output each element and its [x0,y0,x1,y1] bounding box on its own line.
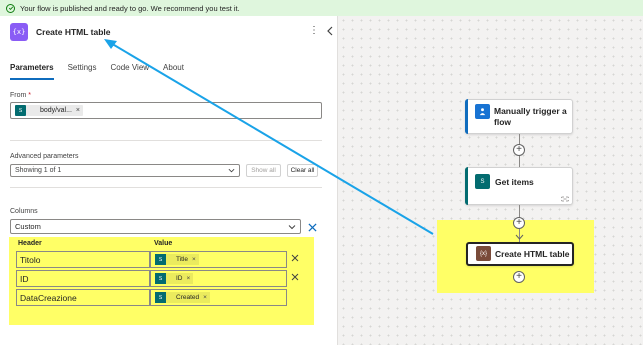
close-icon[interactable] [308,223,317,232]
get-items-card[interactable]: S Get items [465,167,573,205]
columns-label: Columns [10,208,38,215]
section-divider [10,187,322,188]
tab-parameters[interactable]: Parameters [10,63,54,80]
from-label: From * [10,92,31,99]
from-label-text: From [10,92,27,99]
token-text: Title [176,256,189,263]
panel-title[interactable]: Create HTML table [36,27,110,37]
remove-row-icon[interactable] [291,254,299,262]
get-items-title: Get items [495,177,534,187]
section-divider [10,140,322,141]
clear-all-button[interactable]: Clear all [287,164,318,177]
sharepoint-icon: S [155,254,166,265]
dynamic-content-token[interactable]: S body/val... × [15,105,84,116]
token-text: body/val... [40,107,72,114]
dynamic-content-token[interactable]: S Created × [155,292,210,303]
success-check-icon [6,3,15,13]
arrow-down-icon [515,234,524,240]
create-html-table-card[interactable]: {x} Create HTML table [466,242,574,266]
panel-header: {x} Create HTML table [10,23,110,41]
token-text: ID [176,275,183,282]
dynamic-content-token[interactable]: S Title × [155,254,199,265]
remove-token-icon[interactable]: × [187,275,191,282]
remove-token-icon[interactable]: × [192,256,196,263]
trigger-card-title: Manually trigger a flow [494,106,567,128]
sharepoint-icon: S [15,105,26,116]
card-accent [465,99,468,134]
sharepoint-icon: S [155,292,166,303]
insert-step-button[interactable]: + [513,144,525,156]
action-details-panel: {x} Create HTML table ⋮ Parameters Setti… [0,16,338,345]
trigger-title-line1: Manually trigger a [494,106,567,116]
required-mark: * [28,92,32,99]
show-all-button[interactable]: Show all [246,164,281,177]
advanced-showing-text: Showing 1 of 1 [15,167,62,174]
remove-token-icon[interactable]: × [203,294,207,301]
trigger-title-line2: flow [494,117,511,127]
tab-code-view[interactable]: Code View [111,63,150,80]
panel-tabs: Parameters Settings Code View About [10,63,198,80]
manual-trigger-icon [475,104,490,119]
tab-about[interactable]: About [163,63,184,80]
dynamic-content-token[interactable]: S ID × [155,273,194,284]
sharepoint-icon: S [155,273,166,284]
card-accent [465,167,468,205]
insert-step-button[interactable]: + [513,271,525,283]
collapse-panel-chevron-icon[interactable] [326,26,334,36]
variable-action-icon: {x} [10,23,28,41]
advanced-parameters-label: Advanced parameters [10,153,79,160]
more-options-button[interactable]: ⋮ [309,26,319,36]
trigger-card[interactable]: Manually trigger a flow [465,99,573,134]
header-input[interactable]: DataCreazione [16,289,150,306]
chevron-down-icon [288,225,296,230]
header-input[interactable]: ID [16,270,150,287]
remove-token-icon[interactable]: × [76,107,80,114]
link-icon [561,196,569,202]
header-column-label: Header [18,240,42,247]
sharepoint-icon: S [475,174,490,189]
advanced-parameters-dropdown[interactable]: Showing 1 of 1 [10,164,240,177]
columns-mode-dropdown[interactable]: Custom [10,219,301,234]
chevron-down-icon [228,168,235,173]
publish-notification-bar: Your flow is published and ready to go. … [0,0,643,16]
value-column-label: Value [154,240,173,247]
create-html-table-title: Create HTML table [495,249,570,259]
variable-action-icon: {x} [476,246,491,261]
columns-mode-value: Custom [15,222,41,231]
token-text: Created [176,294,200,301]
publish-message: Your flow is published and ready to go. … [20,3,240,13]
from-field[interactable]: S body/val... × [10,102,322,119]
remove-row-icon[interactable] [291,273,299,281]
header-input[interactable]: Titolo [16,251,150,268]
insert-step-button[interactable]: + [513,217,525,229]
tab-settings[interactable]: Settings [68,63,97,80]
